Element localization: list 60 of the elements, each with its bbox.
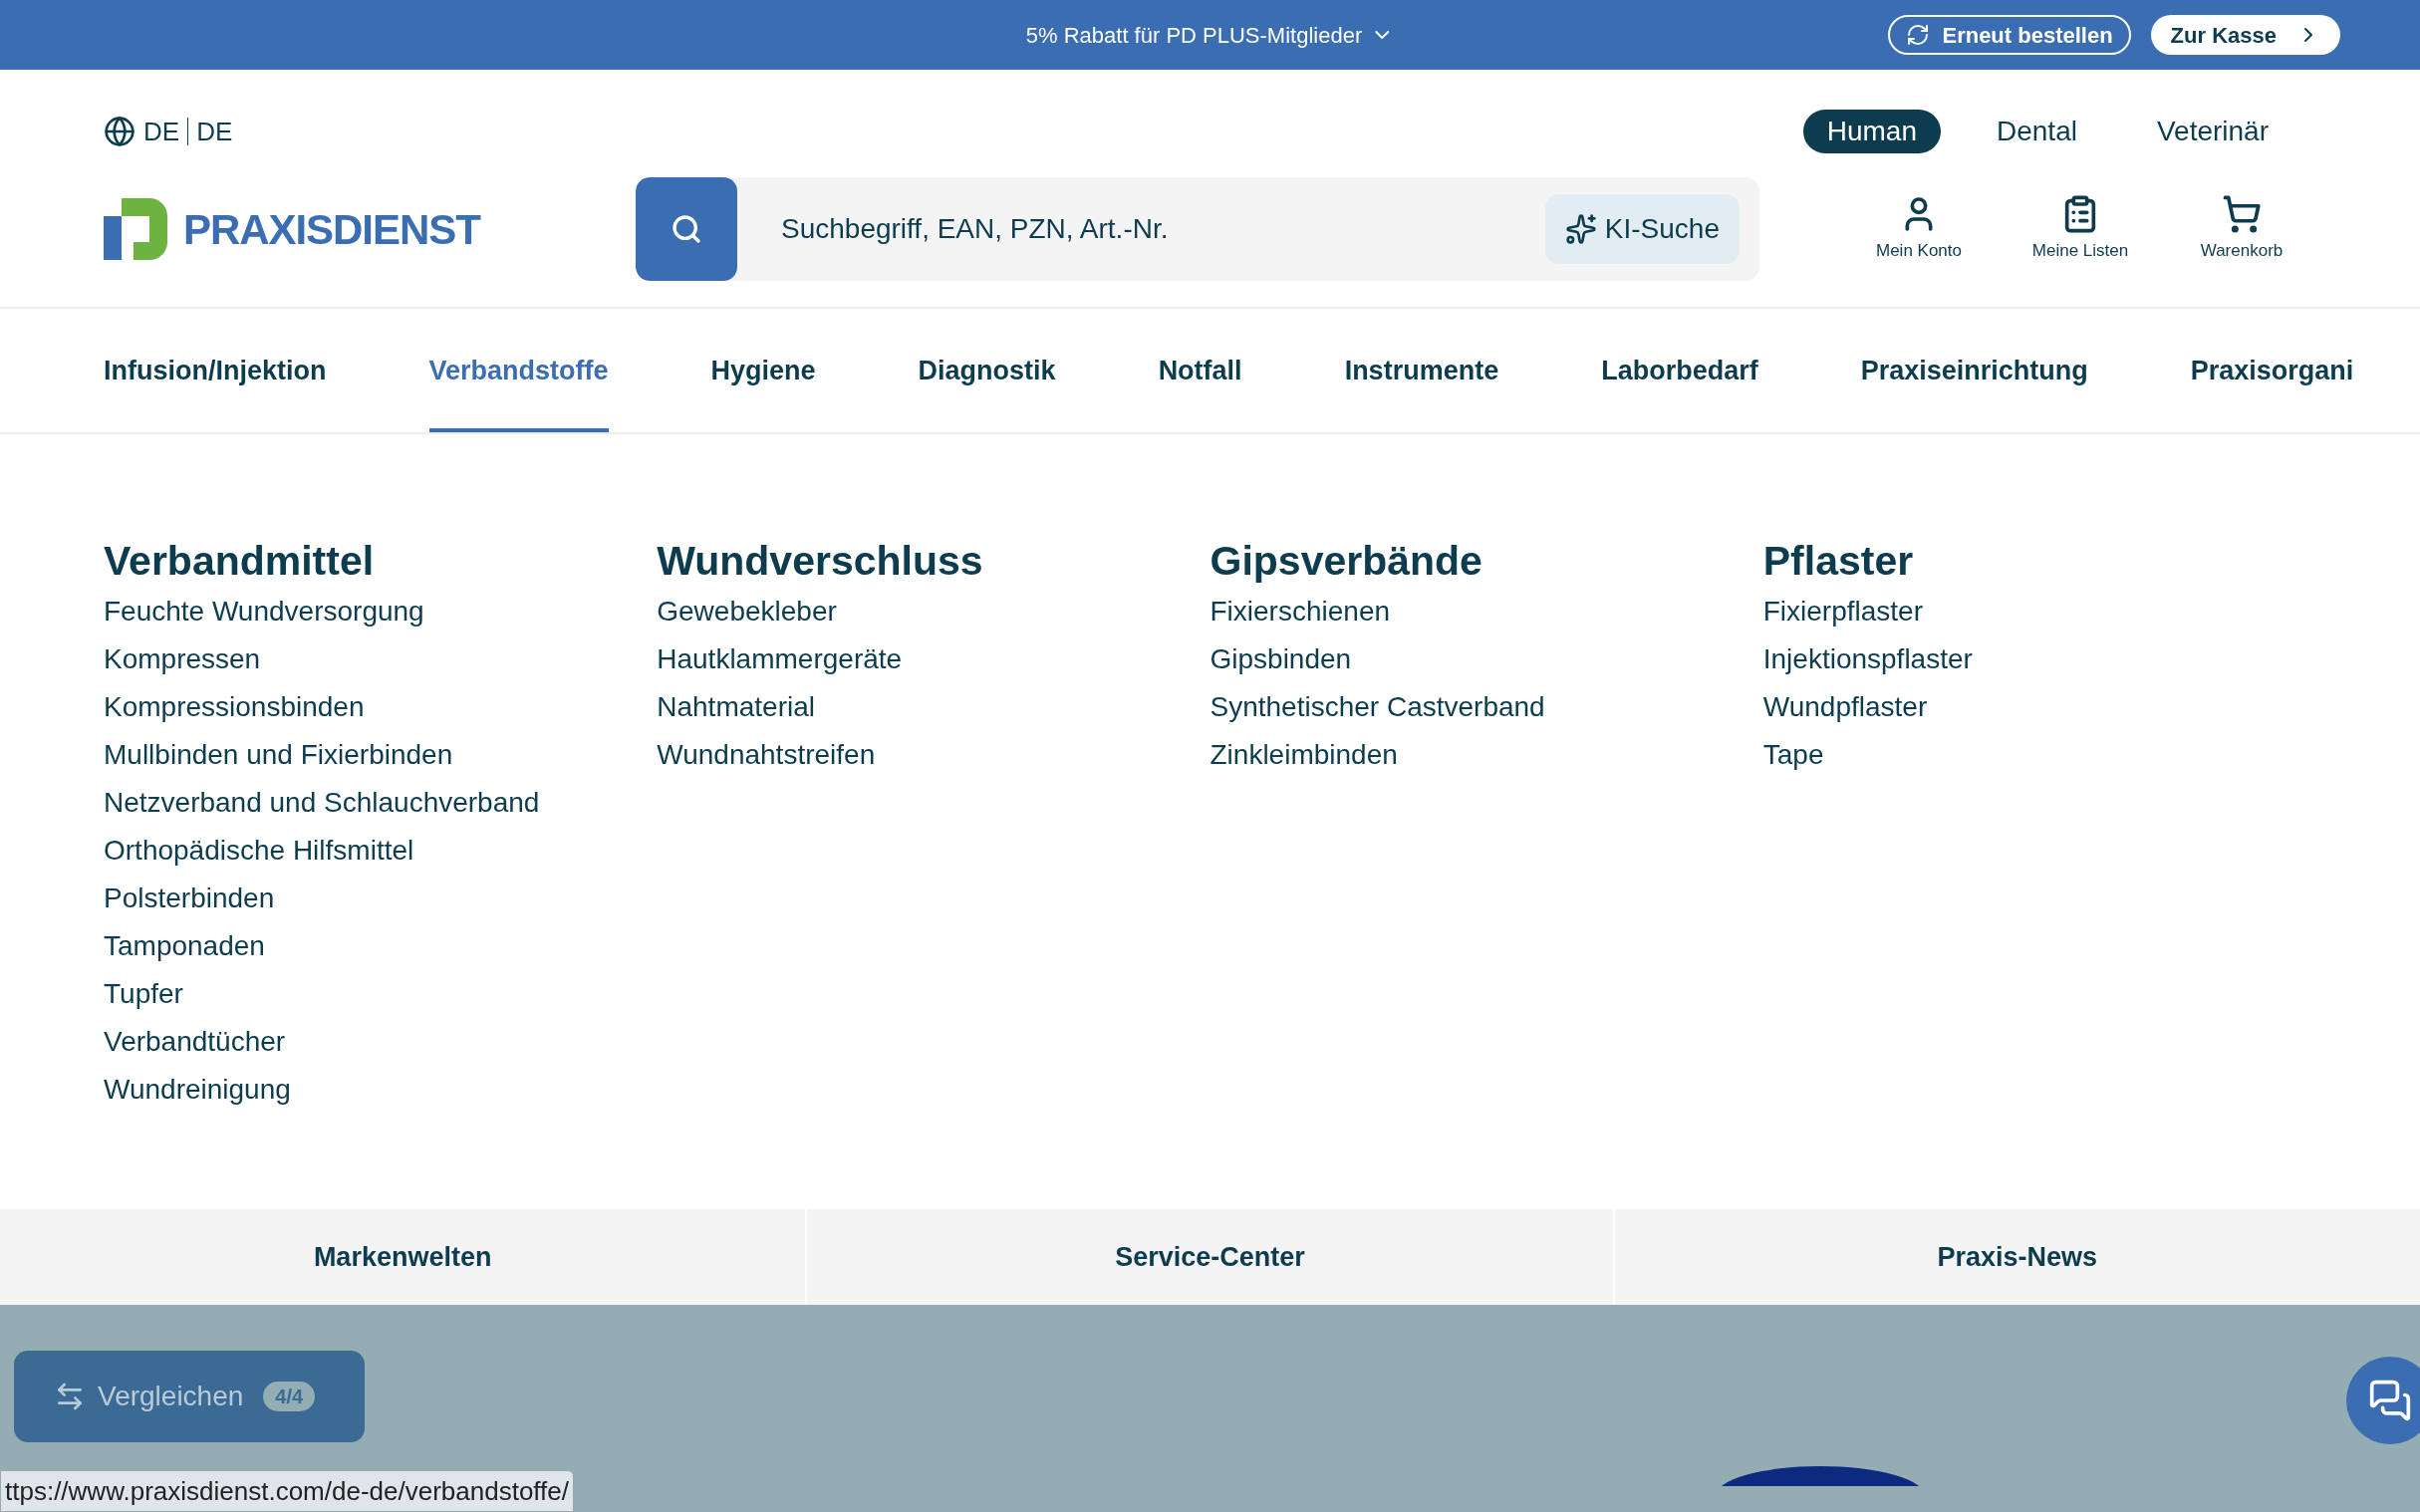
globe-icon [104,116,135,147]
menu-link[interactable]: Injektionspflaster [1762,635,1973,683]
menu-link[interactable]: Kompressionsbinden [104,683,365,731]
menu-heading: Verbandmittel [104,537,376,586]
chat-icon [2368,1379,2412,1422]
checkout-button[interactable]: Zur Kasse [2150,15,2340,55]
menu-link[interactable]: Gewebekleber [657,588,837,635]
menu-heading: Gipsverbände [1210,537,1483,586]
menu-heading: Pflaster [1762,537,1915,586]
menu-link[interactable]: Tape [1762,731,1824,779]
menu-link[interactable]: Fixierpflaster [1762,588,1923,635]
menu-link[interactable]: Mullbinden und Fixierbinden [104,731,453,779]
menu-link[interactable]: Zinkleimbinden [1210,731,1398,779]
ai-search-button[interactable]: KI-Suche [1544,194,1740,264]
header-link[interactable]: Warenkorb [2187,194,2296,264]
header-link[interactable]: Mein Konto [1864,194,1974,264]
logo-icon [104,198,167,260]
sparkle-icon [1564,213,1597,245]
category-tab[interactable]: Praxiseinrichtung [1860,309,2088,432]
menu-link[interactable]: Verbandtücher [104,1018,286,1066]
category-tab[interactable]: Verbandstoffe [428,309,609,432]
language-selector[interactable]: DE DE [104,112,233,151]
promo-toggle[interactable]: 5% Rabatt für PD PLUS-Mitglieder [1025,18,1395,52]
menu-link[interactable]: Synthetischer Castverband [1210,683,1545,731]
menu-heading: Wundverschluss [657,537,984,586]
menu-link[interactable]: Feuchte Wundversorgung [104,588,424,635]
segment-tab[interactable]: Veterinär [2132,110,2292,153]
search-button[interactable] [636,177,737,281]
compare-count: 4/4 [263,1382,316,1411]
menu-link[interactable]: Hautklammergeräte [657,635,903,683]
refresh-icon [1906,23,1931,47]
menu-link[interactable]: Polsterbinden [104,875,275,922]
category-tab[interactable]: Infusion/Injektion [104,309,327,432]
cart-icon [2222,194,2262,235]
menu-link[interactable]: Orthopädische Hilfsmittel [104,827,414,875]
logo-text: PRAXISDIENST [183,204,480,255]
menu-link[interactable]: Fixierschienen [1210,588,1391,635]
menu-link[interactable]: Nahtmaterial [657,683,815,731]
header-link[interactable]: Meine Listen [2025,194,2135,264]
menu-link[interactable]: Gipsbinden [1210,635,1352,683]
search-icon [671,213,702,245]
footer-tab[interactable]: Markenwelten [0,1209,806,1305]
menu-link[interactable]: Wundpflaster [1762,683,1928,731]
search-field[interactable]: Suchbegriff, EAN, PZN, Art.-Nr. KI-Suche [636,177,1759,281]
menu-link[interactable]: Tupfer [104,970,183,1018]
category-tab[interactable]: Hygiene [710,309,816,432]
menu-link[interactable]: Netzverband und Schlauchverband [104,779,540,827]
menu-link[interactable]: Wundnahtstreifen [657,731,876,779]
category-tab[interactable]: Diagnostik [918,309,1056,432]
menu-link[interactable]: Tamponaden [104,922,265,970]
category-tab[interactable]: Praxisorgani [2190,309,2354,432]
category-tab[interactable]: Instrumente [1344,309,1499,432]
segment-tab[interactable]: Dental [1973,110,2101,153]
category-tab[interactable]: Notfall [1158,309,1242,432]
category-tab[interactable]: Laborbedarf [1601,309,1758,432]
reorder-button[interactable]: Erneut bestellen [1888,15,2131,55]
menu-link[interactable]: Kompressen [104,635,261,683]
segment-tab[interactable]: Human [1802,110,1941,153]
status-url: ttps://www.praxisdienst.com/de-de/verbandstoffe/ [0,1470,575,1512]
menu-link[interactable]: Wundreinigung [104,1066,291,1114]
